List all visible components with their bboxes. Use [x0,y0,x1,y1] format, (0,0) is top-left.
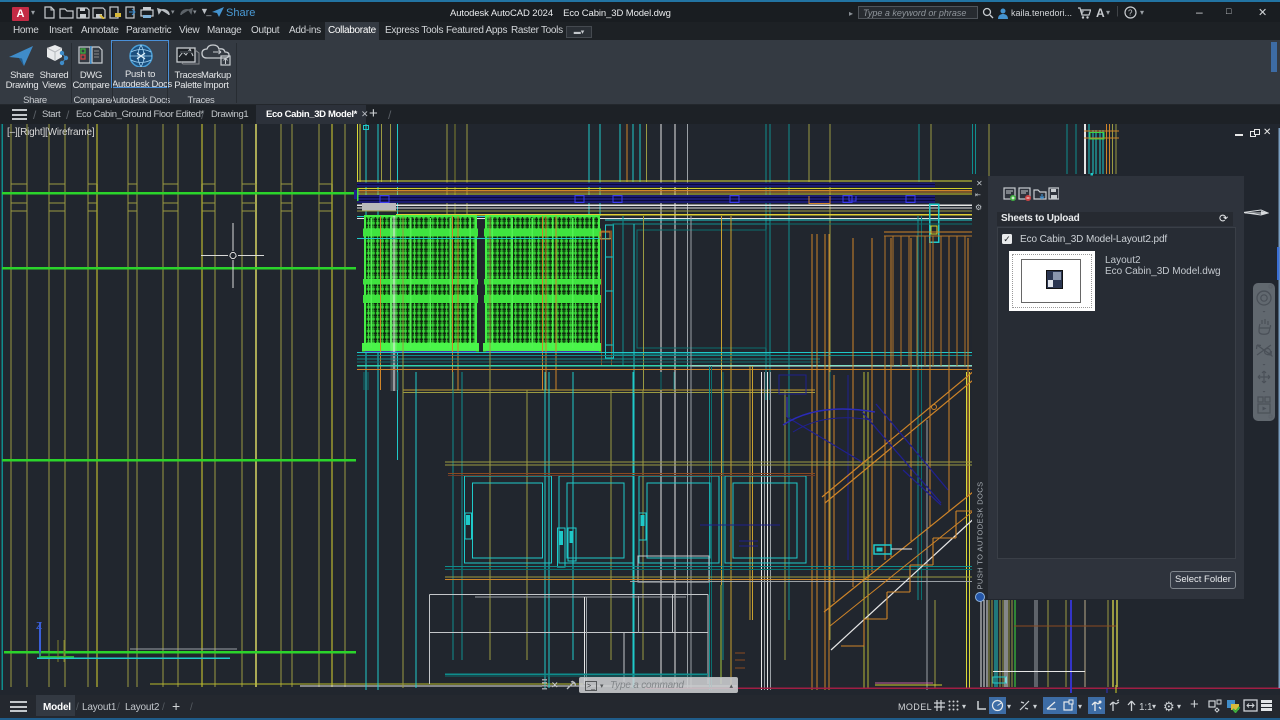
svg-text:?: ? [1128,9,1133,18]
svg-text:Z: Z [36,621,42,632]
